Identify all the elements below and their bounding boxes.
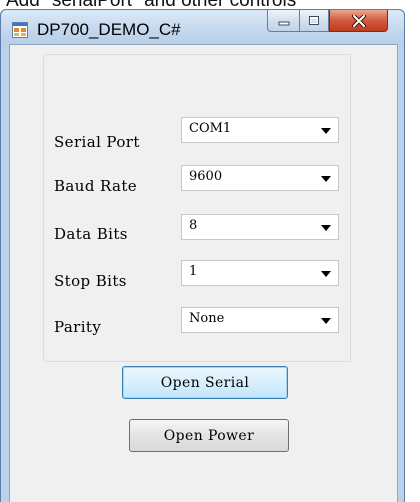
serial-port-combo[interactable]: COM1 [181, 117, 339, 143]
baud-rate-value: 9600 [189, 169, 223, 184]
parity-value: None [189, 311, 225, 326]
chevron-down-icon [321, 128, 331, 134]
baud-rate-label: Baud Rate [54, 177, 138, 195]
close-button[interactable] [329, 10, 388, 32]
title-bar[interactable]: DP700_DEMO_C# [1, 10, 404, 44]
data-bits-combo[interactable]: 8 [181, 214, 339, 240]
chevron-down-icon [321, 318, 331, 324]
close-icon [351, 14, 366, 27]
stop-bits-label: Stop Bits [54, 272, 127, 290]
open-serial-button[interactable]: Open Serial [122, 366, 288, 399]
chevron-down-icon [321, 225, 331, 231]
data-bits-value: 8 [189, 218, 198, 233]
stop-bits-value: 1 [189, 264, 198, 279]
data-bits-label: Data Bits [54, 225, 128, 243]
minimize-icon [278, 21, 289, 25]
stop-bits-combo[interactable]: 1 [181, 260, 339, 286]
maximize-button[interactable] [299, 10, 329, 32]
window-title: DP700_DEMO_C# [37, 20, 181, 39]
chevron-down-icon [321, 271, 331, 277]
open-power-button[interactable]: Open Power [129, 419, 289, 452]
serial-port-value: COM1 [189, 121, 232, 136]
chevron-down-icon [321, 176, 331, 182]
maximize-icon [309, 16, 319, 25]
serial-port-label: Serial Port [54, 133, 140, 151]
parity-label: Parity [54, 318, 102, 336]
windows-form-icon [12, 22, 28, 38]
minimize-button[interactable] [267, 10, 300, 32]
parity-combo[interactable]: None [181, 307, 339, 333]
baud-rate-combo[interactable]: 9600 [181, 165, 339, 191]
